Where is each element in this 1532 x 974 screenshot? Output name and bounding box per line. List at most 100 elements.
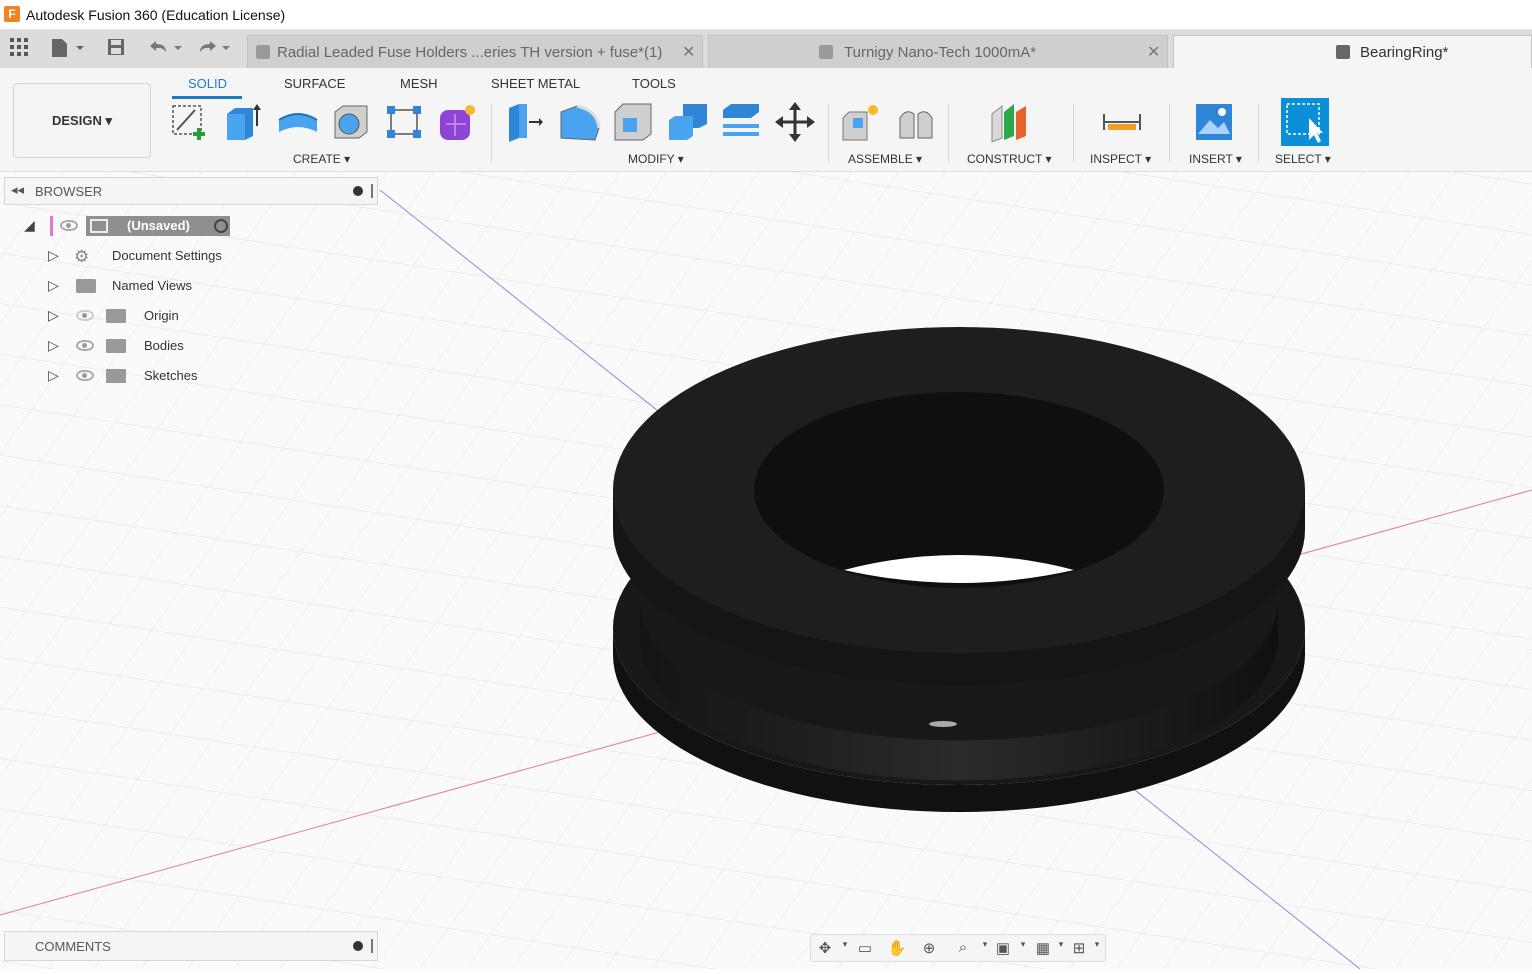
revolve-icon[interactable] (277, 102, 318, 142)
app-grid-icon[interactable] (10, 38, 28, 60)
navigation-bar: ✥ ▾ ▭ ✋ ⊕ ⌕ ▾ ▣ ▾ ▦ ▾ ⊞ ▾ (810, 934, 1106, 962)
browser-item-named-views[interactable]: ▷ Named Views (44, 274, 208, 298)
pin-panel-icon[interactable] (371, 939, 373, 953)
new-component-icon[interactable] (841, 102, 881, 142)
orbit-icon[interactable]: ✥ (815, 939, 835, 959)
create-form-icon[interactable] (438, 102, 478, 142)
comments-title: COMMENTS (35, 939, 111, 954)
save-icon[interactable] (107, 38, 125, 60)
assemble-group-label[interactable]: ASSEMBLE ▾ (848, 152, 922, 166)
separator (948, 104, 949, 162)
create-sketch-icon[interactable] (169, 102, 209, 142)
visibility-icon[interactable] (60, 220, 78, 231)
insert-image-icon[interactable] (1194, 102, 1234, 142)
pin-panel-icon[interactable] (371, 184, 373, 198)
expand-triangle-icon[interactable]: ▷ (48, 307, 59, 324)
tab-tools[interactable]: TOOLS (632, 76, 676, 91)
tab-solid[interactable]: SOLID (188, 76, 227, 91)
chevron-down-icon[interactable]: ▾ (975, 939, 995, 959)
measure-icon[interactable] (1102, 102, 1142, 142)
hole-icon[interactable] (331, 102, 371, 142)
tab-radial-leaded-fuse-holders[interactable]: Radial Leaded Fuse Holders ...eries TH v… (247, 35, 703, 68)
workspace-dropdown[interactable]: DESIGN ▾ (13, 83, 151, 158)
tab-label: BearingRing* (1360, 44, 1449, 61)
add-comment-icon[interactable] (353, 941, 363, 951)
folder-icon (106, 369, 126, 383)
model-canvas[interactable] (0, 172, 1532, 969)
separator (828, 104, 829, 162)
browser-item-label: Named Views (112, 278, 192, 293)
redo-icon[interactable] (196, 38, 236, 60)
visibility-icon[interactable] (76, 370, 94, 381)
chevron-down-icon[interactable]: ▾ (1087, 939, 1107, 959)
fusion-app-icon: F (4, 6, 20, 22)
folder-icon (76, 279, 96, 293)
tab-turnigy-nano-tech[interactable]: Turnigy Nano-Tech 1000mA* ✕ (708, 35, 1168, 68)
root-label: (Unsaved) (127, 218, 190, 233)
combine-icon[interactable] (667, 102, 707, 142)
collapse-panel-icon[interactable]: ◂◂ (11, 182, 24, 198)
browser-title: BROWSER (35, 184, 103, 199)
expand-triangle-icon[interactable]: ▷ (48, 367, 59, 384)
close-tab-icon[interactable]: ✕ (682, 42, 695, 62)
active-marker (50, 216, 53, 236)
offset-face-icon[interactable] (721, 102, 761, 142)
zoom-icon[interactable]: ⊕ (919, 939, 939, 959)
activate-radio-icon[interactable] (214, 219, 228, 233)
expand-triangle-icon[interactable]: ▷ (48, 247, 59, 264)
file-menu-icon[interactable] (50, 38, 84, 60)
look-at-icon[interactable]: ▭ (855, 939, 875, 959)
gear-icon: ⚙ (74, 247, 90, 266)
chevron-down-icon[interactable]: ▾ (835, 939, 855, 959)
offset-plane-icon[interactable] (990, 102, 1030, 143)
browser-item-sketches[interactable]: ▷ Sketches (44, 364, 216, 388)
joint-icon[interactable] (896, 102, 936, 142)
browser-root-row[interactable]: ◢ (Unsaved) (20, 214, 240, 238)
shell-icon[interactable] (613, 102, 653, 142)
document-tab-bar: Radial Leaded Fuse Holders ...eries TH v… (0, 30, 1532, 68)
pan-hand-icon[interactable]: ✋ (887, 939, 907, 959)
select-group-label[interactable]: SELECT ▾ (1275, 152, 1331, 166)
rectangular-pattern-icon[interactable] (385, 102, 425, 142)
construct-group-label[interactable]: CONSTRUCT ▾ (967, 152, 1051, 166)
minimize-panel-icon[interactable] (353, 186, 363, 196)
fillet-icon[interactable] (559, 102, 601, 142)
visibility-hidden-icon[interactable] (76, 310, 94, 321)
tab-surface[interactable]: SURFACE (284, 76, 345, 91)
browser-item-label: Bodies (144, 338, 184, 353)
browser-item-document-settings[interactable]: ▷ ⚙ Document Settings (44, 244, 240, 268)
grid-settings-icon[interactable]: ▦ (1033, 939, 1053, 959)
press-pull-icon[interactable] (505, 102, 545, 142)
expand-triangle-icon[interactable]: ▷ (48, 337, 59, 354)
zoom-window-icon[interactable]: ⌕ (953, 939, 973, 959)
select-icon[interactable] (1281, 98, 1329, 146)
canvas-viewport[interactable] (0, 172, 1532, 969)
extrude-icon[interactable] (223, 102, 263, 142)
undo-icon[interactable] (146, 38, 186, 60)
browser-item-bodies[interactable]: ▷ Bodies (44, 334, 200, 358)
chevron-down-icon[interactable]: ▾ (1051, 939, 1071, 959)
insert-group-label[interactable]: INSERT ▾ (1189, 152, 1242, 166)
specular-highlight (929, 721, 957, 727)
modify-group-label[interactable]: MODIFY ▾ (628, 152, 684, 166)
inspect-group-label[interactable]: INSPECT ▾ (1090, 152, 1151, 166)
viewports-icon[interactable]: ⊞ (1069, 939, 1089, 959)
move-copy-icon[interactable] (775, 102, 815, 142)
close-tab-icon[interactable]: ✕ (1147, 42, 1160, 62)
tab-mesh[interactable]: MESH (400, 76, 438, 91)
expand-triangle-icon[interactable]: ▷ (48, 277, 59, 294)
bearing-ring-body[interactable] (613, 327, 1305, 812)
browser-item-origin[interactable]: ▷ Origin (44, 304, 192, 328)
separator (1073, 104, 1074, 162)
expand-triangle-icon[interactable]: ◢ (24, 217, 35, 234)
comments-panel[interactable]: COMMENTS (4, 931, 378, 961)
tab-bearingring[interactable]: BearingRing* (1173, 35, 1532, 68)
browser-item-label: Sketches (144, 368, 198, 383)
create-group-label[interactable]: CREATE ▾ (293, 152, 350, 166)
display-settings-icon[interactable]: ▣ (993, 939, 1013, 959)
visibility-icon[interactable] (76, 340, 94, 351)
tab-sheet-metal[interactable]: SHEET METAL (491, 76, 580, 91)
chevron-down-icon[interactable]: ▾ (1013, 939, 1033, 959)
component-icon (256, 45, 270, 59)
browser-panel-header[interactable]: ◂◂ BROWSER (4, 177, 378, 205)
